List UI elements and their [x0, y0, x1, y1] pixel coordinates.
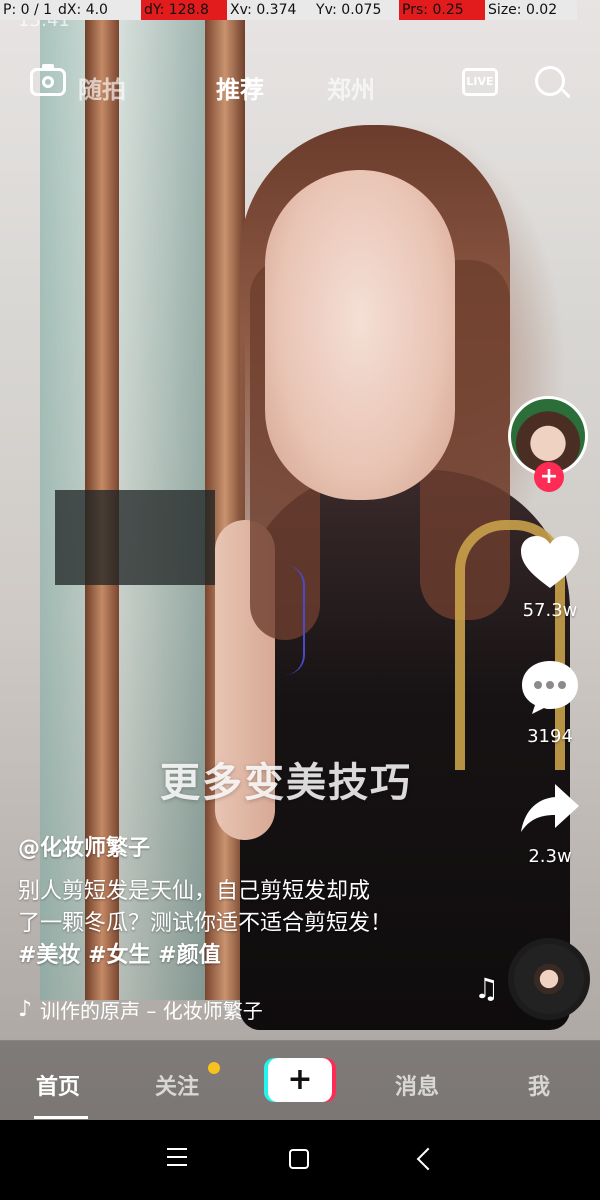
- music-title: 训作的原声 – 化妆师繁子: [40, 999, 263, 1023]
- post-text-line: 别人剪短发是天仙，自己剪短发却成: [18, 879, 371, 904]
- system-nav-bar: [0, 1120, 600, 1200]
- touch-trace: [285, 565, 305, 675]
- tab-capture[interactable]: 随拍: [78, 70, 126, 105]
- debug-pointer: P: 0 / 1: [0, 0, 56, 20]
- notification-dot: [208, 1062, 220, 1074]
- video-scene-band: [55, 490, 215, 585]
- plus-icon: +: [268, 1058, 332, 1102]
- debug-dy: dY: 128.8: [141, 0, 228, 20]
- tab-home[interactable]: 首页: [36, 1069, 80, 1101]
- post-hashtags[interactable]: #美妆 #女生 #颜值: [18, 940, 438, 972]
- comment-icon: [522, 661, 578, 714]
- back-icon[interactable]: [416, 1147, 440, 1171]
- post-description: @化妆师繁子 别人剪短发是天仙，自己剪短发却成 了一颗冬瓜？测试你适不适合剪短发…: [18, 830, 438, 972]
- tab-city[interactable]: 郑州: [327, 70, 375, 105]
- debug-dx: dX: 4.0: [55, 0, 142, 20]
- music-note-icon: ♪: [18, 997, 33, 1022]
- home-icon[interactable]: [289, 1149, 309, 1169]
- comment-button[interactable]: 3194: [510, 658, 590, 747]
- debug-prs: Prs: 0.25: [399, 0, 486, 20]
- video-subject-face: [265, 170, 455, 500]
- share-icon: [521, 784, 579, 832]
- create-video-button[interactable]: +: [264, 1058, 336, 1102]
- camera-icon[interactable]: [30, 64, 66, 96]
- music-note-icon: ♫: [474, 972, 500, 1005]
- like-button[interactable]: 57.3w: [510, 534, 590, 621]
- follow-button[interactable]: +: [534, 462, 564, 492]
- live-icon[interactable]: LIVE: [462, 68, 498, 96]
- music-disc[interactable]: [508, 938, 590, 1020]
- author-name[interactable]: @化妆师繁子: [18, 830, 438, 862]
- active-tab-indicator: [34, 1116, 88, 1119]
- debug-size: Size: 0.02: [485, 0, 578, 20]
- tab-messages[interactable]: 消息: [395, 1069, 439, 1101]
- debug-xv: Xv: 0.374: [227, 0, 314, 20]
- heart-icon: [521, 536, 579, 588]
- tab-recommend[interactable]: 推荐: [216, 70, 264, 105]
- tab-following[interactable]: 关注: [155, 1069, 199, 1101]
- pointer-debug-overlay: P: 0 / 1 dX: 4.0 dY: 128.8 Xv: 0.374 Yv:…: [0, 0, 600, 24]
- share-button[interactable]: 2.3w: [510, 782, 590, 867]
- music-marquee[interactable]: ♪ 训作的原声 – 化妆师繁子: [18, 995, 263, 1024]
- menu-icon[interactable]: [167, 1148, 187, 1166]
- comment-count: 3194: [527, 726, 573, 747]
- top-nav: 随拍 推荐 郑州 LIVE: [0, 60, 600, 110]
- debug-yv: Yv: 0.075: [313, 0, 400, 20]
- share-count: 2.3w: [528, 846, 572, 867]
- video-caption: 更多变美技巧: [160, 760, 412, 806]
- tab-me[interactable]: 我: [528, 1069, 550, 1101]
- app-screen: P: 0 / 1 dX: 4.0 dY: 128.8 Xv: 0.374 Yv:…: [0, 0, 600, 1200]
- post-text-line: 了一颗冬瓜？测试你适不适合剪短发！: [18, 911, 393, 936]
- like-count: 57.3w: [522, 600, 578, 621]
- search-icon[interactable]: [535, 66, 565, 96]
